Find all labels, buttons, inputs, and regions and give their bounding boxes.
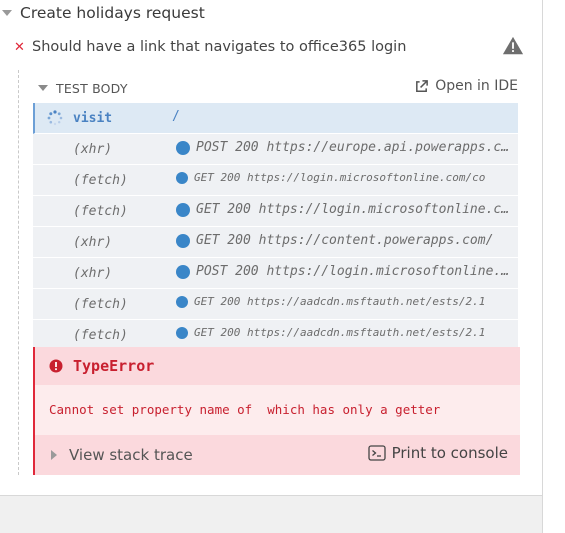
status-dot-icon — [176, 202, 190, 217]
status-dot-icon — [176, 140, 190, 155]
error-panel: TypeError Cannot set property name of wh… — [33, 347, 520, 475]
error-name: TypeError — [73, 357, 155, 375]
command-message: GET 200 https://content.powerapps.com/ — [196, 233, 494, 248]
test-header[interactable]: ✕ Should have a link that navigates to o… — [14, 34, 524, 60]
command-log: visit / (xhr) POST 200 https://europe.ap… — [33, 103, 518, 351]
command-row[interactable]: (xhr) POST 200 https://europe.api.powera… — [33, 134, 518, 165]
panel-footer-area — [0, 496, 543, 533]
terminal-icon — [367, 445, 386, 461]
command-row[interactable]: (fetch) GET 200 https://login.microsofto… — [33, 165, 518, 196]
command-name: (xhr) — [73, 266, 113, 281]
chevron-right-icon — [51, 450, 57, 460]
command-message: POST 200 https://login.microsoftonline.c… — [196, 264, 516, 279]
error-footer: View stack trace Print to console — [35, 435, 520, 475]
command-name: (fetch) — [73, 297, 128, 312]
error-message: Cannot set property name of which has on… — [49, 402, 441, 417]
view-stack-trace-toggle[interactable]: View stack trace — [69, 446, 193, 464]
command-name: (fetch) — [73, 328, 128, 343]
status-dot-icon — [176, 326, 188, 339]
chevron-down-icon — [38, 85, 48, 91]
command-message: GET 200 https://aadcdn.msftauth.net/ests… — [194, 326, 486, 339]
error-header: TypeError — [35, 347, 520, 385]
error-circle-icon — [49, 359, 63, 373]
command-row[interactable]: (xhr) GET 200 https://content.powerapps.… — [33, 227, 518, 258]
open-in-ide-label: Open in IDE — [435, 78, 518, 94]
command-message: GET 200 https://login.microsoftonline.co… — [196, 202, 516, 217]
right-gutter — [543, 0, 565, 533]
command-name: (fetch) — [73, 204, 128, 219]
command-name: (xhr) — [73, 142, 113, 157]
command-message: GET 200 https://login.microsoftonline.co… — [194, 171, 486, 184]
external-link-icon — [416, 79, 429, 92]
command-message: GET 200 https://aadcdn.msftauth.net/ests… — [194, 295, 486, 308]
test-runner-panel: Create holidays request ✕ Should have a … — [0, 0, 543, 496]
loading-spinner-icon — [47, 110, 63, 126]
print-to-console-label: Print to console — [391, 444, 508, 462]
test-body-header[interactable]: TEST BODY Open in IDE — [38, 78, 518, 98]
command-row[interactable]: (fetch) GET 200 https://login.microsofto… — [33, 196, 518, 227]
open-in-ide-button[interactable]: Open in IDE — [414, 78, 518, 94]
status-dot-icon — [176, 295, 188, 308]
test-body-label: TEST BODY — [56, 80, 128, 96]
test-title: Should have a link that navigates to off… — [32, 39, 407, 55]
command-row[interactable]: (xhr) POST 200 https://login.microsofton… — [33, 258, 518, 289]
print-to-console-button[interactable]: Print to console — [367, 444, 508, 462]
status-dot-icon — [176, 171, 188, 184]
failed-x-icon: ✕ — [14, 39, 25, 55]
status-dot-icon — [176, 233, 190, 248]
suite-title: Create holidays request — [20, 4, 205, 22]
chevron-down-icon — [2, 10, 12, 16]
command-row[interactable]: (fetch) GET 200 https://aadcdn.msftauth.… — [33, 289, 518, 320]
command-message: POST 200 https://europe.api.powerapps.co… — [196, 140, 516, 155]
warning-icon — [502, 36, 524, 55]
command-name: (fetch) — [73, 173, 128, 188]
command-row[interactable]: visit / — [33, 103, 518, 134]
command-name: (xhr) — [73, 235, 113, 250]
command-name: visit — [73, 111, 113, 126]
suite-header[interactable]: Create holidays request — [0, 0, 205, 26]
command-message: / — [172, 109, 180, 124]
status-dot-icon — [176, 264, 190, 279]
test-body-block: TEST BODY Open in IDE visit / (xhr) POST… — [18, 70, 524, 475]
